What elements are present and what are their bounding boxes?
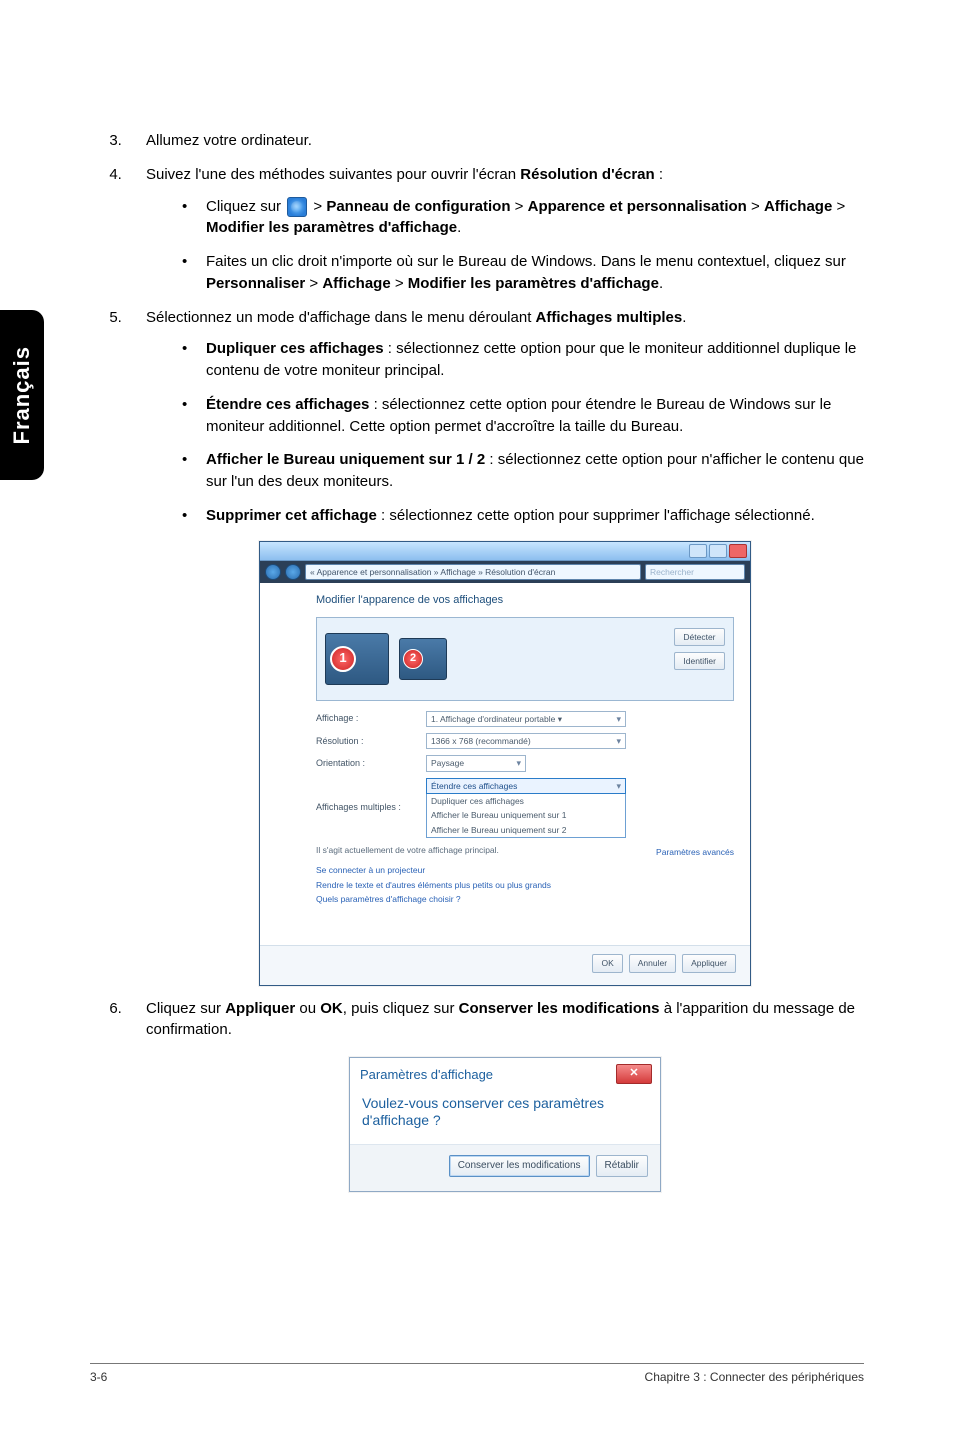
dialog-close-icon[interactable]: ✕ (616, 1064, 652, 1084)
keep-changes-button[interactable]: Conserver les modifications (449, 1155, 590, 1178)
multi-displays-dropdown-open[interactable]: Étendre ces affichages Dupliquer ces aff… (426, 778, 626, 838)
nav-back-icon[interactable] (265, 564, 281, 580)
dialog-title: Paramètres d'affichage ✕ (350, 1058, 660, 1087)
step-4-bullet-1: Cliquez sur > Panneau de configuration >… (182, 196, 864, 240)
cancel-button[interactable]: Annuler (629, 954, 676, 972)
multi-displays-label: Affichages multiples : (316, 801, 426, 814)
multi-opt-show2[interactable]: Afficher le Bureau uniquement sur 2 (427, 823, 625, 837)
screenshot-resolution-window: « Apparence et personnalisation » Affich… (259, 541, 751, 986)
projector-link[interactable]: Se connecter à un projecteur (316, 864, 734, 876)
multi-opt-show1[interactable]: Afficher le Bureau uniquement sur 1 (427, 808, 625, 822)
which-settings-link[interactable]: Quels paramètres d'affichage choisir ? (316, 893, 734, 905)
dialog-buttons: Conserver les modifications Rétablir (350, 1144, 660, 1192)
language-tab: Français (0, 310, 44, 480)
nav-forward-icon[interactable] (285, 564, 301, 580)
step-5-bullet-remove: Supprimer cet affichage : sélectionnez c… (182, 505, 864, 527)
step-3-text: Allumez votre ordinateur. (146, 132, 312, 149)
display-label: Affichage : (316, 712, 426, 725)
monitor-2-badge: 2 (403, 649, 423, 669)
start-menu-icon (287, 197, 307, 217)
dialog-message: Voulez-vous conserver ces paramètres d'a… (350, 1087, 660, 1144)
monitor-1-badge: 1 (330, 646, 356, 672)
minimize-icon[interactable] (689, 544, 707, 558)
step-5-intro: Sélectionnez un mode d'affichage dans le… (146, 309, 686, 326)
text-size-link[interactable]: Rendre le texte et d'autres éléments plu… (316, 879, 734, 891)
chapter-title: Chapitre 3 : Connecter des périphériques (645, 1370, 864, 1384)
page-footer: 3-6 Chapitre 3 : Connecter des périphéri… (90, 1363, 864, 1384)
step-4: Suivez l'une des méthodes suivantes pour… (126, 164, 864, 295)
window-controls (689, 544, 747, 558)
screenshot-confirm-dialog: Paramètres d'affichage ✕ Voulez-vous con… (349, 1057, 661, 1192)
page-number: 3-6 (90, 1370, 107, 1384)
step-6: Cliquez sur Appliquer ou OK, puis clique… (126, 998, 864, 1193)
multi-opt-duplicate[interactable]: Dupliquer ces affichages (427, 794, 625, 808)
instruction-list: Allumez votre ordinateur. Suivez l'une d… (90, 130, 864, 1192)
search-input[interactable]: Rechercher (645, 564, 745, 580)
step-4-bullet-2: Faites un clic droit n'importe où sur le… (182, 251, 864, 295)
language-tab-label: Français (9, 346, 35, 445)
monitor-preview-area[interactable]: 1 2 Détecter Identifier (316, 617, 734, 701)
maximize-icon[interactable] (709, 544, 727, 558)
multi-displays-selected[interactable]: Étendre ces affichages (426, 778, 626, 794)
apply-button[interactable]: Appliquer (682, 954, 736, 972)
step-5-bullet-showonly: Afficher le Bureau uniquement sur 1 / 2 … (182, 449, 864, 493)
detect-button[interactable]: Détecter (674, 628, 725, 646)
step-5-bullet-duplicate: Dupliquer ces affichages : sélectionnez … (182, 338, 864, 382)
step-3: Allumez votre ordinateur. (126, 130, 864, 152)
monitor-1[interactable]: 1 (325, 633, 389, 685)
revert-button[interactable]: Rétablir (596, 1155, 648, 1178)
panel-heading: Modifier l'apparence de vos affichages (316, 593, 734, 609)
monitor-2[interactable]: 2 (399, 638, 447, 680)
step-4-intro: Suivez l'une des méthodes suivantes pour… (146, 166, 663, 183)
ok-button[interactable]: OK (592, 954, 622, 972)
identify-button[interactable]: Identifier (674, 652, 725, 670)
orientation-label: Orientation : (316, 757, 426, 770)
explorer-address-row: « Apparence et personnalisation » Affich… (260, 561, 750, 583)
orientation-dropdown[interactable]: Paysage (426, 755, 526, 771)
display-dropdown[interactable]: 1. Affichage d'ordinateur portable ▾ (426, 711, 626, 727)
current-display-note: Il s'agit actuellement de votre affichag… (316, 844, 499, 858)
step-5: Sélectionnez un mode d'affichage dans le… (126, 307, 864, 986)
close-icon[interactable] (729, 544, 747, 558)
step-5-bullet-extend: Étendre ces affichages : sélectionnez ce… (182, 394, 864, 438)
breadcrumb-bar[interactable]: « Apparence et personnalisation » Affich… (305, 564, 641, 580)
display-settings-fields: Affichage : 1. Affichage d'ordinateur po… (316, 711, 734, 838)
resolution-dropdown[interactable]: 1366 x 768 (recommandé) (426, 733, 626, 749)
advanced-settings-link[interactable]: Paramètres avancés (656, 846, 734, 858)
dialog-button-row: OK Annuler Appliquer (260, 945, 750, 984)
resolution-label: Résolution : (316, 735, 426, 748)
window-titlebar (260, 542, 750, 561)
